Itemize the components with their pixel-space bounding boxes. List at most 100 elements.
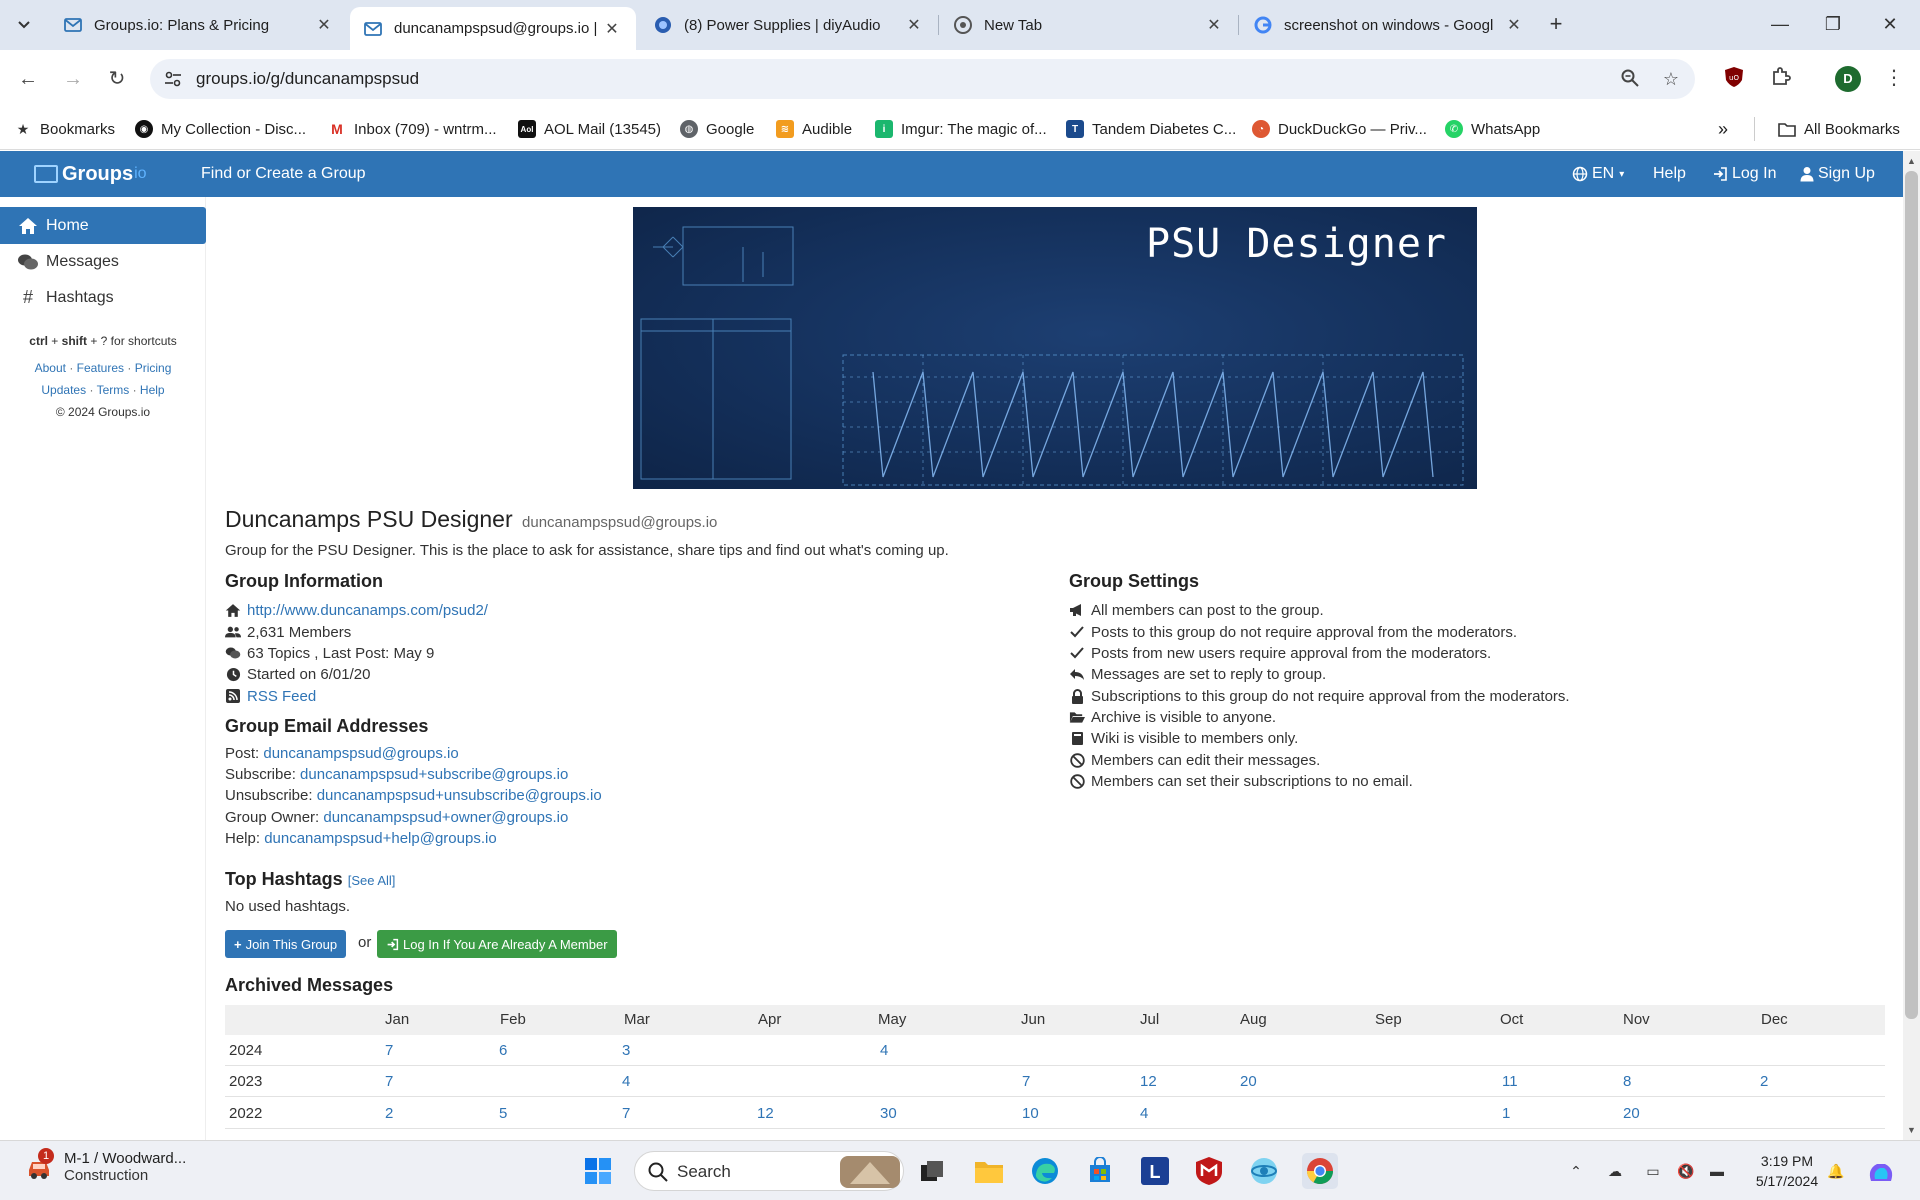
bookmark-tandem[interactable]: T Tandem Diabetes C...: [1066, 117, 1236, 141]
help-email-link[interactable]: duncanampspsud+help@groups.io: [264, 830, 496, 847]
archive-count-link[interactable]: 11: [1502, 1073, 1518, 1090]
reload-button[interactable]: ↻: [102, 64, 132, 94]
close-icon[interactable]: ✕: [602, 19, 622, 39]
extensions-puzzle-icon[interactable]: [1769, 65, 1795, 91]
close-icon[interactable]: ✕: [1504, 15, 1524, 35]
groups-io-logo[interactable]: Groups io: [34, 162, 147, 186]
bookmarks-overflow-button[interactable]: »: [1718, 117, 1728, 141]
archive-count-link[interactable]: 20: [1623, 1105, 1640, 1122]
scroll-down-arrow[interactable]: ▼: [1903, 1122, 1920, 1138]
archive-count-link[interactable]: 12: [757, 1105, 774, 1122]
bookmark-imgur[interactable]: i Imgur: The magic of...: [875, 117, 1047, 141]
edge-browser-icon[interactable]: [1027, 1153, 1063, 1189]
close-icon[interactable]: ✕: [904, 15, 924, 35]
unsubscribe-email-link[interactable]: duncanampspsud+unsubscribe@groups.io: [317, 787, 602, 804]
address-bar[interactable]: groups.io/g/duncanampspsud ☆: [150, 59, 1695, 99]
bookmark-whatsapp[interactable]: ✆ WhatsApp: [1445, 117, 1540, 141]
onedrive-off-icon[interactable]: ☁: [1605, 1161, 1625, 1181]
signup-link[interactable]: Sign Up: [1800, 165, 1875, 183]
group-website-link[interactable]: http://www.duncanamps.com/psud2/: [247, 602, 488, 619]
bookmark-google[interactable]: ◍ Google: [680, 117, 754, 141]
chrome-taskbar-icon[interactable]: [1302, 1153, 1338, 1189]
battery-icon[interactable]: ▬: [1707, 1161, 1727, 1181]
scrollbar-thumb[interactable]: [1905, 171, 1918, 1019]
archive-count-link[interactable]: 10: [1022, 1105, 1039, 1122]
archive-count-link[interactable]: 5: [499, 1105, 507, 1122]
sidebar-item-home[interactable]: Home: [0, 207, 206, 244]
close-icon[interactable]: ✕: [314, 15, 334, 35]
archive-count-link[interactable]: 30: [880, 1105, 897, 1122]
scroll-up-arrow[interactable]: ▲: [1903, 153, 1920, 169]
archive-count-link[interactable]: 6: [499, 1042, 507, 1059]
updates-link[interactable]: Updates: [41, 383, 86, 397]
tab-duncanamps[interactable]: duncanampspsud@groups.io | H ✕: [350, 7, 636, 50]
tab-google-search[interactable]: screenshot on windows - Googl ✕: [1240, 7, 1538, 43]
task-view-button[interactable]: [914, 1153, 950, 1189]
archive-count-link[interactable]: 4: [622, 1073, 630, 1090]
see-all-hashtags-link[interactable]: [See All]: [348, 873, 396, 888]
news-widget[interactable]: 1 M-1 / Woodward... Construction: [24, 1148, 186, 1184]
archive-count-link[interactable]: 7: [385, 1042, 393, 1059]
bookmark-star-icon[interactable]: ☆: [1660, 68, 1682, 90]
archive-count-link[interactable]: 1: [1502, 1105, 1510, 1122]
taskbar-clock[interactable]: 3:19 PM 5/17/2024: [1752, 1151, 1822, 1191]
pricing-link[interactable]: Pricing: [135, 361, 172, 375]
tab-diyaudio[interactable]: (8) Power Supplies | diyAudio ✕: [640, 7, 938, 43]
zoom-icon[interactable]: [1619, 68, 1641, 90]
archive-count-link[interactable]: 3: [622, 1042, 630, 1059]
help-footer-link[interactable]: Help: [140, 383, 165, 397]
bookmark-discogs[interactable]: ◉ My Collection - Disc...: [135, 117, 306, 141]
sidebar-item-hashtags[interactable]: # Hashtags: [0, 279, 206, 316]
notification-bell-icon[interactable]: 🔔: [1826, 1161, 1846, 1181]
login-link[interactable]: Log In: [1712, 165, 1776, 183]
forward-button[interactable]: →: [58, 64, 88, 94]
minimize-button[interactable]: —: [1760, 9, 1800, 39]
bookmark-audible[interactable]: ≋ Audible: [776, 117, 852, 141]
archive-count-link[interactable]: 2: [1760, 1073, 1768, 1090]
volume-muted-icon[interactable]: 🔇: [1676, 1161, 1696, 1181]
close-window-button[interactable]: ✕: [1870, 9, 1910, 39]
join-group-button[interactable]: + Join This Group: [225, 930, 347, 958]
subscribe-email-link[interactable]: duncanampspsud+subscribe@groups.io: [300, 766, 568, 783]
member-login-button[interactable]: Log In If You Are Already A Member: [377, 930, 617, 958]
sidebar-item-messages[interactable]: Messages: [0, 243, 206, 280]
features-link[interactable]: Features: [77, 361, 124, 375]
about-link[interactable]: About: [35, 361, 66, 375]
restore-button[interactable]: ❐: [1813, 9, 1853, 39]
rss-feed-link[interactable]: RSS Feed: [247, 688, 316, 705]
tab-new-tab[interactable]: New Tab ✕: [940, 7, 1238, 43]
windows-start-button[interactable]: [580, 1153, 616, 1189]
site-info-icon[interactable]: [163, 69, 183, 89]
ublock-extension-icon[interactable]: uO: [1722, 65, 1748, 91]
mcafee-icon[interactable]: [1191, 1153, 1227, 1189]
terms-link[interactable]: Terms: [97, 383, 130, 397]
close-icon[interactable]: ✕: [1204, 15, 1224, 35]
archive-count-link[interactable]: 4: [880, 1042, 888, 1059]
bookmark-gmail[interactable]: M Inbox (709) - wntrm...: [328, 117, 497, 141]
help-link[interactable]: Help: [1653, 165, 1686, 183]
tab-search-button[interactable]: [10, 12, 38, 38]
microsoft-store-icon[interactable]: [1082, 1153, 1118, 1189]
all-bookmarks-button[interactable]: All Bookmarks: [1778, 117, 1900, 141]
show-hidden-icons-chevron[interactable]: ⌃: [1566, 1161, 1586, 1181]
archive-count-link[interactable]: 20: [1240, 1073, 1257, 1090]
new-tab-button[interactable]: +: [1542, 11, 1570, 39]
tab-groups-pricing[interactable]: Groups.io: Plans & Pricing ✕: [50, 7, 348, 43]
network-icon[interactable]: ▭: [1643, 1161, 1663, 1181]
copilot-icon[interactable]: [1866, 1161, 1896, 1181]
bookmark-aol-mail[interactable]: Aol AOL Mail (13545): [518, 117, 661, 141]
profile-avatar[interactable]: D: [1835, 66, 1861, 92]
archive-count-link[interactable]: 2: [385, 1105, 393, 1122]
archive-count-link[interactable]: 7: [622, 1105, 630, 1122]
taskbar-search-box[interactable]: Search: [634, 1151, 904, 1191]
archive-count-link[interactable]: 8: [1623, 1073, 1631, 1090]
archive-count-link[interactable]: 12: [1140, 1073, 1157, 1090]
archive-count-link[interactable]: 7: [1022, 1073, 1030, 1090]
post-email-link[interactable]: duncanampspsud@groups.io: [263, 745, 458, 762]
back-button[interactable]: ←: [13, 64, 43, 94]
owner-email-link[interactable]: duncanampspsud+owner@groups.io: [323, 809, 568, 826]
l-app-icon[interactable]: L: [1137, 1153, 1173, 1189]
archive-count-link[interactable]: 7: [385, 1073, 393, 1090]
more-menu-icon[interactable]: ⋮: [1884, 65, 1904, 91]
language-dropdown[interactable]: EN ▾: [1572, 165, 1624, 183]
